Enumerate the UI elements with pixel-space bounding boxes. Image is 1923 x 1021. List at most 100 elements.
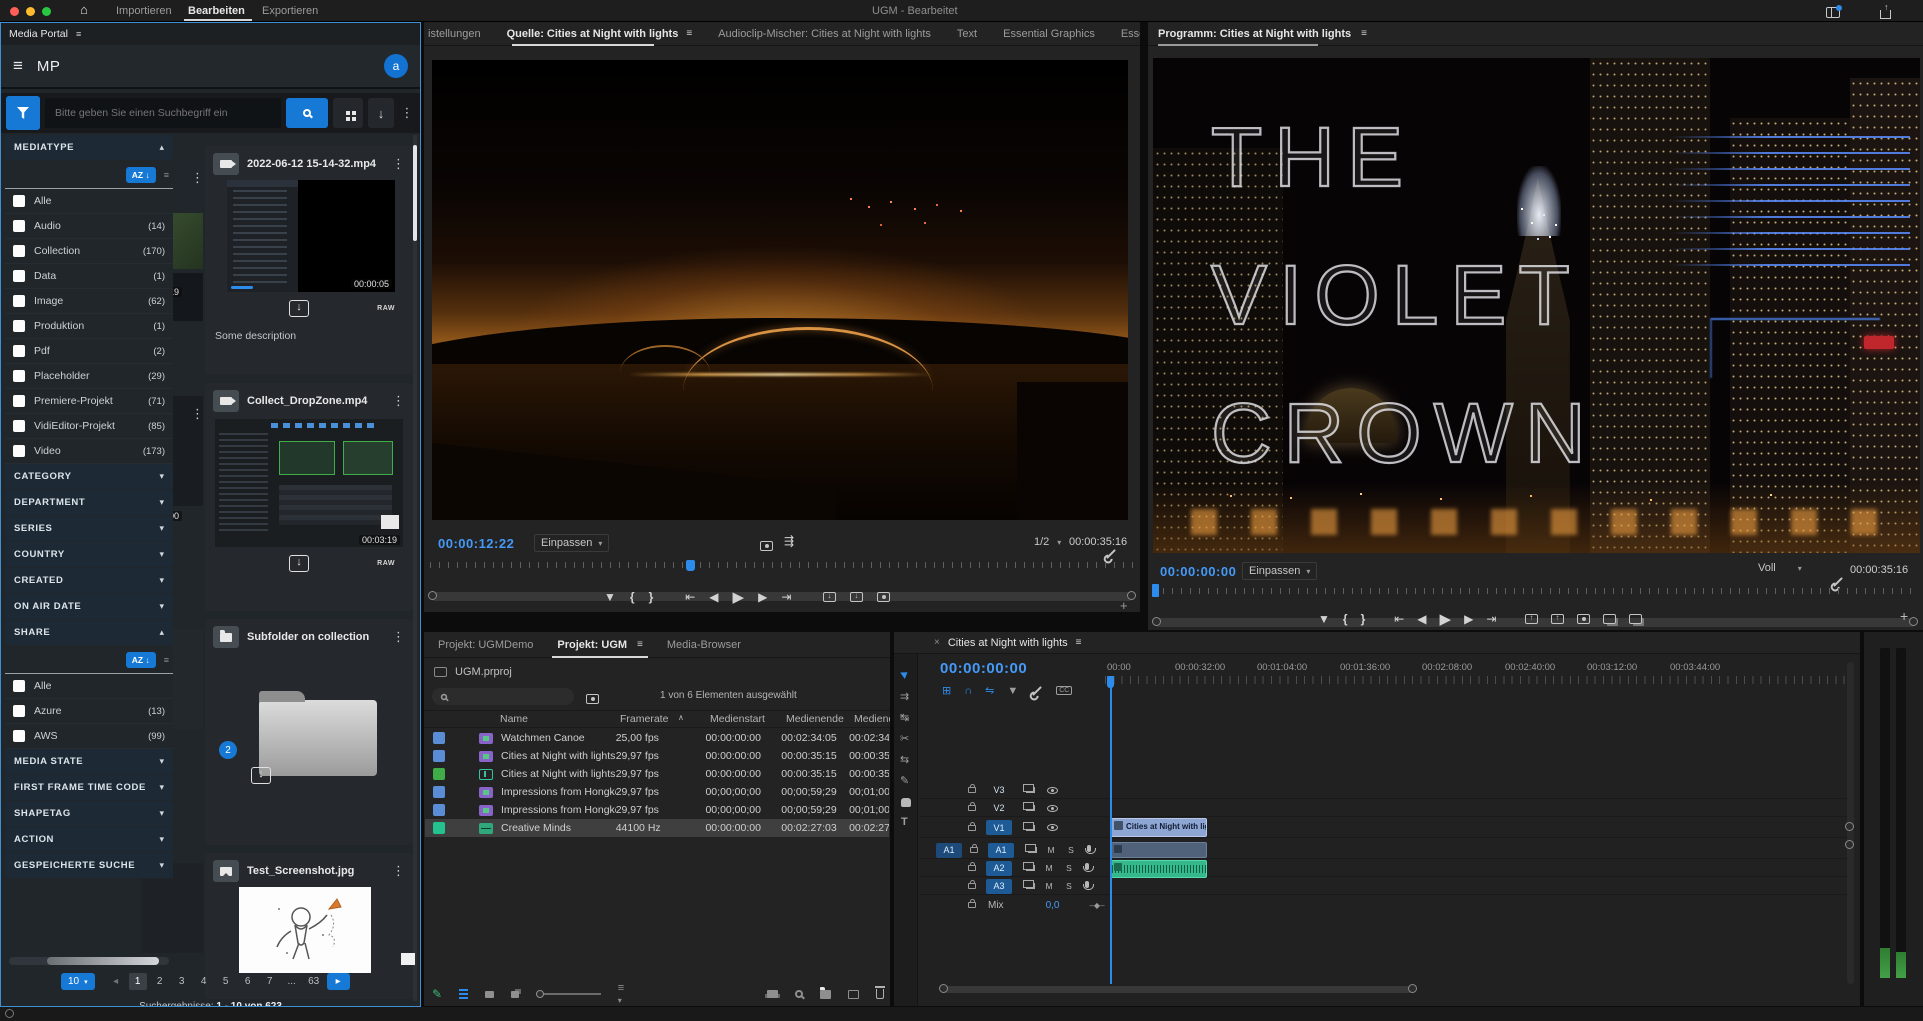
card-thumbnail[interactable]: 00:03:19 <box>215 419 403 547</box>
program-resolution-dropdown[interactable]: Voll ▾ <box>1758 562 1802 574</box>
list-view-icon[interactable] <box>459 989 468 991</box>
checkbox[interactable] <box>13 705 25 717</box>
lock-icon[interactable] <box>970 847 978 853</box>
grid-view-button[interactable] <box>333 98 363 128</box>
filter-item[interactable]: Image(62) <box>5 289 173 314</box>
source-video-frame[interactable] <box>432 60 1128 520</box>
checkbox[interactable] <box>13 220 25 232</box>
tab-audioclip-mixer[interactable]: Audioclip-Mischer: Cities at Night with … <box>718 28 931 40</box>
filter-section-series[interactable]: SERIES▾ <box>5 516 173 541</box>
filter-item[interactable]: Collection(170) <box>5 239 173 264</box>
track-name-v3[interactable]: V3 <box>986 783 1012 798</box>
lock-icon[interactable] <box>968 787 976 793</box>
slip-tool[interactable]: ⇆ <box>900 753 909 766</box>
tab-essential-sound[interactable]: Essential Sound <box>1121 28 1140 40</box>
kebab-menu-icon[interactable]: ⋮ <box>392 159 405 169</box>
download-button[interactable]: ↓ <box>368 98 394 128</box>
tab-essential-graphics[interactable]: Essential Graphics <box>1003 28 1095 40</box>
project-breadcrumb[interactable]: UGM.prproj <box>434 666 512 678</box>
col-name[interactable]: Name <box>500 713 528 725</box>
kebab-menu-icon[interactable]: ⋮ <box>399 108 415 118</box>
traffic-light-zoom[interactable] <box>42 7 51 16</box>
sync-lock-icon[interactable] <box>1028 847 1037 853</box>
sync-lock-icon[interactable] <box>1026 805 1035 811</box>
media-card[interactable]: Subfolder on collection ⋮ 2 ↓ <box>205 619 413 845</box>
card-thumbnail[interactable]: 00:00:05 <box>227 180 395 292</box>
download-icon[interactable]: ↓ <box>251 767 271 784</box>
automate-sequence-icon[interactable] <box>767 990 778 998</box>
home-icon[interactable]: ⌂ <box>80 2 88 17</box>
filter-section-gespeicherte-suche[interactable]: GESPEICHERTE SUCHE▾ <box>5 853 173 878</box>
sort-lines-icon[interactable]: ≡ <box>164 170 169 180</box>
panel-menu-icon[interactable]: ≡ <box>1076 637 1082 648</box>
play-icon[interactable]: ▶ <box>733 588 745 606</box>
clip-label-color[interactable] <box>433 804 445 816</box>
program-playhead[interactable] <box>1152 584 1159 597</box>
mix-volume-value[interactable]: 0,0 <box>1046 900 1060 911</box>
solo-button[interactable]: S <box>1065 845 1077 855</box>
page-button[interactable]: 63 <box>305 976 323 987</box>
timeline-v-scrollbar[interactable] <box>1847 662 1854 984</box>
traffic-light-minimize[interactable] <box>26 7 35 16</box>
project-search-input[interactable] <box>432 688 574 705</box>
col-medienende[interactable]: Medienende <box>786 713 844 725</box>
checkbox[interactable] <box>13 345 25 357</box>
goto-out-icon[interactable]: ⇥ <box>1486 612 1496 626</box>
sync-status-icon[interactable] <box>5 1009 14 1018</box>
media-card[interactable]: 2022-06-12 15-14-32.mp4 ⋮ 00:00:05 ↓ RAW… <box>205 146 413 374</box>
close-icon[interactable]: × <box>934 637 940 648</box>
filter-section-created[interactable]: CREATED▾ <box>5 568 173 593</box>
goto-in-icon[interactable]: ⇤ <box>685 590 695 604</box>
filter-section-share[interactable]: SHARE▴ <box>5 620 173 645</box>
timeline-h-scrollbar[interactable] <box>941 986 1415 993</box>
eye-icon[interactable] <box>1047 787 1058 794</box>
goto-out-icon[interactable]: ⇥ <box>781 590 791 604</box>
checkbox[interactable] <box>13 730 25 742</box>
card-list-scrollbar[interactable] <box>413 135 417 1001</box>
table-row[interactable]: Impressions from Hongkong 29,97 fps 00;0… <box>425 783 889 801</box>
checkbox[interactable] <box>13 370 25 382</box>
clip-label-color[interactable] <box>433 732 445 744</box>
filter-item[interactable]: Alle <box>5 189 173 214</box>
add-marker-icon[interactable]: ▼ <box>1318 612 1330 626</box>
clip-label-color[interactable] <box>433 822 445 834</box>
lock-icon[interactable] <box>968 865 976 871</box>
mark-out-icon[interactable]: } <box>1361 612 1366 626</box>
source-scrub-ticks[interactable] <box>430 562 1134 568</box>
clip-label-color[interactable] <box>433 768 445 780</box>
page-button[interactable]: 6 <box>239 976 257 987</box>
clip-v1-video[interactable]: Cities at Night with lights [ <box>1111 818 1207 837</box>
checkbox[interactable] <box>13 245 25 257</box>
filter-item[interactable]: Audio(14) <box>5 214 173 239</box>
track-name-v1[interactable]: V1 <box>986 820 1012 835</box>
sort-lines-icon[interactable]: ≡ <box>164 655 169 665</box>
checkbox[interactable] <box>13 420 25 432</box>
sort-az-button[interactable]: AZ ↓ <box>126 167 156 183</box>
new-item-icon[interactable] <box>848 990 858 999</box>
pen-tool[interactable]: ✎ <box>900 774 909 787</box>
source-wrench-icon[interactable] <box>1107 549 1117 559</box>
source-fit-dropdown[interactable]: Einpassen ▾ <box>534 534 609 552</box>
mark-in-icon[interactable]: { <box>630 590 635 604</box>
col-mediendauer[interactable]: Mediendauer <box>854 713 890 725</box>
razor-tool[interactable]: ✂ <box>900 732 909 745</box>
filter-section-shapetag[interactable]: SHAPETAG▾ <box>5 801 173 826</box>
search-input[interactable] <box>45 98 281 128</box>
mute-button[interactable]: M <box>1043 881 1055 891</box>
checkbox[interactable] <box>13 680 25 692</box>
filter-item[interactable]: Video(173) <box>5 439 173 464</box>
writable-status-icon[interactable]: ✎ <box>432 987 442 1001</box>
media-card[interactable]: Collect_DropZone.mp4 ⋮ 00:03:19 ↓ RAW <box>205 383 413 611</box>
filter-section-mediatype[interactable]: MEDIATYPE▴ <box>5 135 173 160</box>
page-size-dropdown[interactable]: 10▾ <box>61 973 95 990</box>
filter-section-media-state[interactable]: MEDIA STATE▾ <box>5 749 173 774</box>
tab-projekt-ugmdemo[interactable]: Projekt: UGMDemo <box>438 639 533 651</box>
mute-button[interactable]: M <box>1045 845 1057 855</box>
checkbox[interactable] <box>13 320 25 332</box>
source-playhead[interactable] <box>686 560 695 571</box>
menu-exportieren[interactable]: Exportieren <box>262 5 318 17</box>
scroll-handle-right[interactable] <box>1909 617 1918 626</box>
mark-out-icon[interactable]: } <box>649 590 654 604</box>
panel-menu-icon[interactable]: ≡ <box>1361 28 1367 39</box>
search-button[interactable] <box>286 98 328 128</box>
